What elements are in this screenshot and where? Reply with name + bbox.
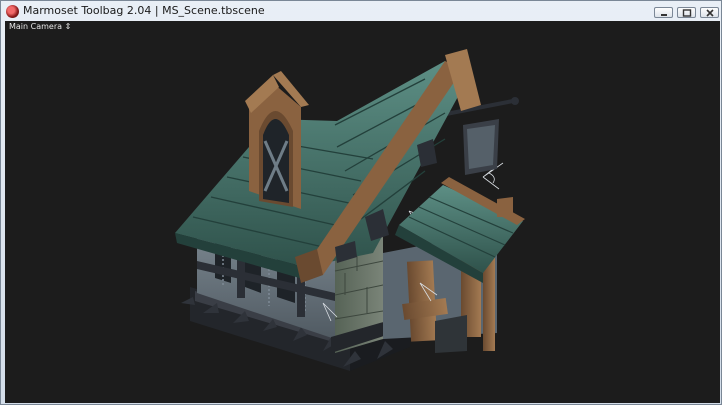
hanging-sign <box>440 97 519 175</box>
app-window: Marmoset Toolbag 2.04 | MS_Scene.tbscene <box>0 0 722 405</box>
title-bar[interactable]: Marmoset Toolbag 2.04 | MS_Scene.tbscene <box>1 1 721 22</box>
minimize-button[interactable] <box>654 7 673 18</box>
maximize-icon <box>682 9 692 17</box>
marmoset-logo-icon <box>6 5 19 18</box>
camera-selector[interactable]: Main Camera ⇕ <box>9 22 71 31</box>
minimize-icon <box>661 14 667 16</box>
maximize-button[interactable] <box>677 7 696 18</box>
window-title: Marmoset Toolbag 2.04 | MS_Scene.tbscene <box>23 4 265 17</box>
3d-viewport[interactable]: Main Camera ⇕ <box>5 21 720 403</box>
stylized-house-model <box>175 49 525 371</box>
close-icon <box>706 9 714 17</box>
close-button[interactable] <box>700 7 719 18</box>
dormer-window <box>245 71 309 209</box>
